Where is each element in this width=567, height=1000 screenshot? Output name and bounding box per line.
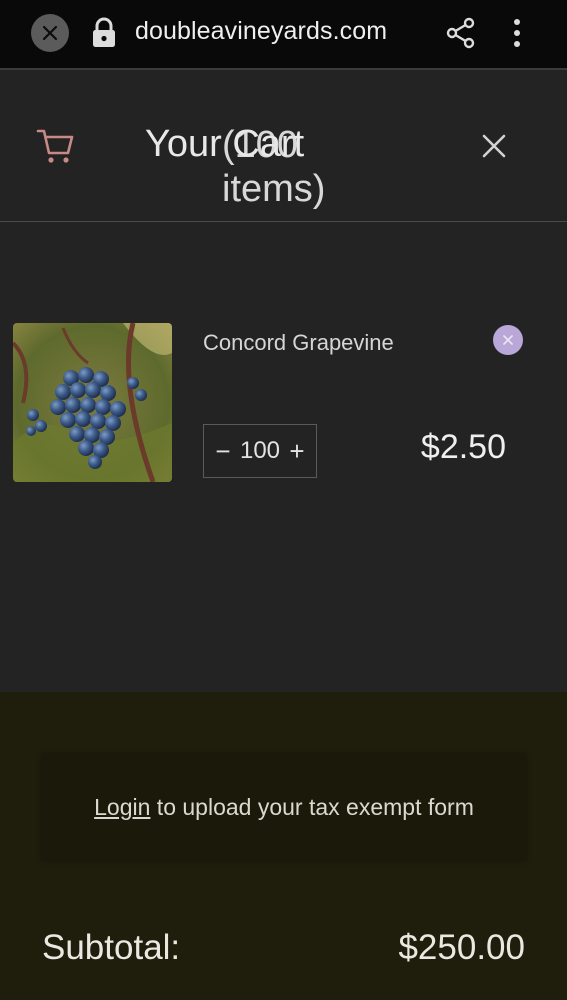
subtotal-value: $250.00 (398, 928, 525, 967)
close-tab-button[interactable] (31, 14, 69, 52)
header-divider (0, 221, 567, 222)
remove-item-button[interactable] (493, 325, 523, 355)
quantity-stepper: − 100 + (203, 424, 317, 478)
decrease-quantity-button[interactable]: − (212, 424, 234, 478)
grapes-photo (13, 323, 172, 482)
tax-exempt-notice: Login to upload your tax exempt form (42, 754, 526, 860)
browser-toolbar: doubleavineyards.com (0, 0, 567, 68)
close-icon[interactable] (478, 130, 510, 162)
more-vertical-icon[interactable] (507, 17, 527, 49)
increase-quantity-button[interactable]: + (286, 424, 308, 478)
product-image[interactable] (13, 323, 172, 482)
tax-exempt-message: to upload your tax exempt form (150, 794, 474, 820)
cart-icon (36, 129, 74, 163)
subtotal-label: Subtotal: (42, 928, 181, 967)
share-icon[interactable] (445, 17, 477, 49)
tax-exempt-text: Login to upload your tax exempt form (94, 794, 474, 820)
close-icon (42, 25, 58, 41)
lock-icon (93, 17, 115, 47)
cart-footer: Login to upload your tax exempt form Sub… (0, 692, 567, 1000)
cart-header: Your Cart (100 items) (0, 70, 567, 221)
login-link[interactable]: Login (94, 794, 150, 820)
cart-item-count: (100 items) (222, 124, 326, 210)
url-bar[interactable]: doubleavineyards.com (135, 17, 387, 46)
product-price: $2.50 (420, 428, 506, 466)
quantity-value[interactable]: 100 (240, 437, 280, 465)
remove-icon (503, 335, 513, 345)
product-name[interactable]: Concord Grapevine (203, 330, 394, 356)
